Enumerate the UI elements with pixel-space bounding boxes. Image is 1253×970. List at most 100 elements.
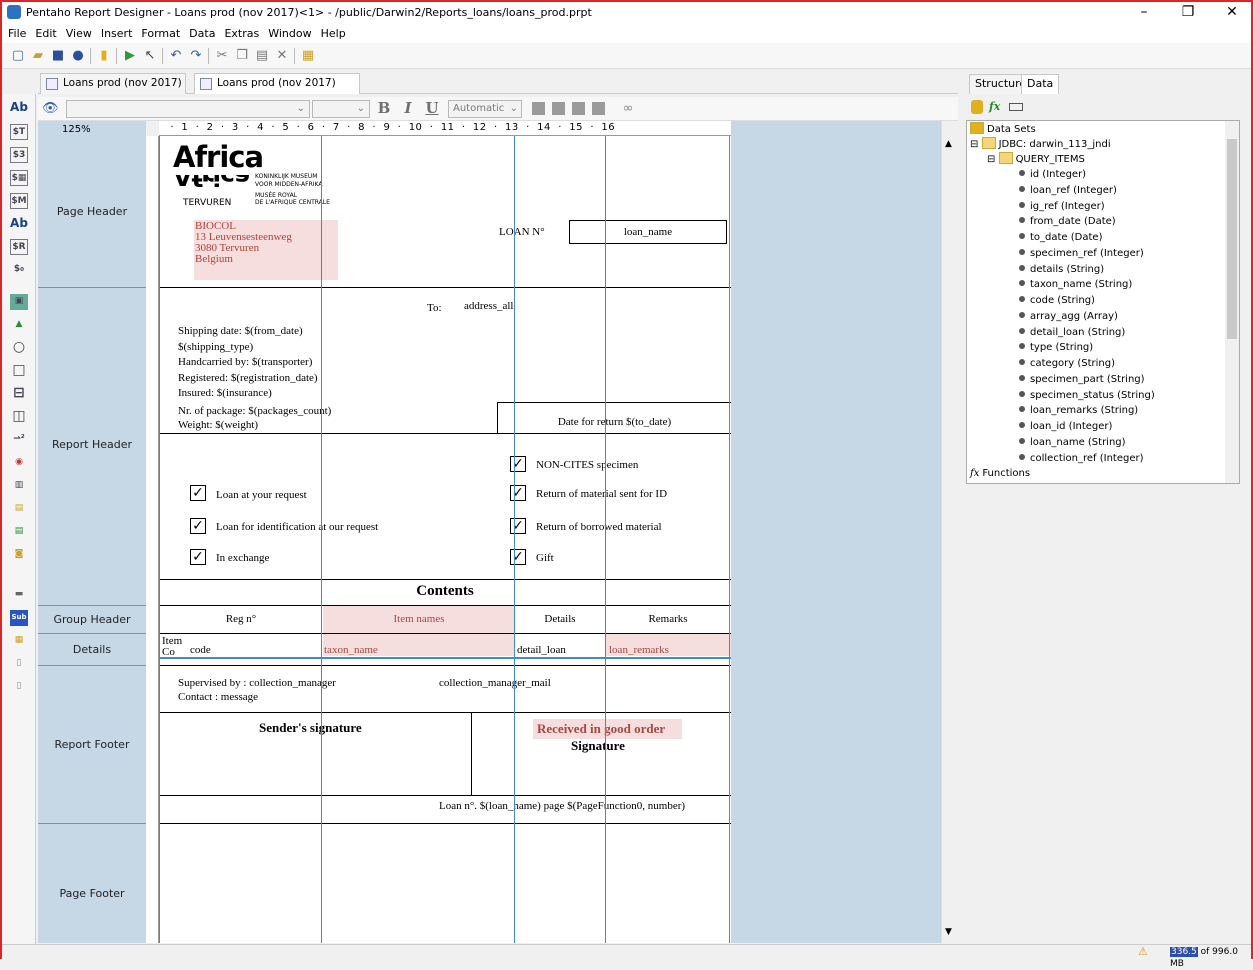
align-left-icon[interactable] [532,102,545,115]
checkbox-loan-identification[interactable]: ✓ [190,518,206,534]
tab-loans-prod[interactable]: Loans prod (nov 2017)X [40,73,186,112]
align-right-icon[interactable] [572,102,585,115]
band-tool-icon[interactable]: ▬ [10,587,28,603]
new-icon[interactable]: ▢ [10,48,26,64]
checkbox-return-borrowed[interactable]: ✓ [510,518,526,534]
menu-help[interactable]: Help [315,24,349,40]
return-date-box[interactable]: Date for return $(to_date) [497,402,731,434]
field-item[interactable]: specimen_ref (Integer) [1019,247,1144,261]
tab-data[interactable]: Data [1021,74,1060,94]
tree-scroll-thumb[interactable] [1227,139,1237,339]
memory-indicator[interactable]: 336.5 of 996.0 MB [1170,946,1251,969]
field-item[interactable]: collection_ref (Integer) [1019,452,1144,466]
field-item[interactable]: ig_ref (Integer) [1019,200,1105,214]
sparkline-tool-icon[interactable]: ▤ [10,501,28,517]
cut-icon[interactable]: ✂ [214,48,230,64]
bold-button[interactable]: B [376,99,392,117]
checkbox-loan-request[interactable]: ✓ [190,485,206,501]
detail-loan-field[interactable]: detail_loan [517,644,566,656]
signature-label[interactable]: Signature [571,738,625,754]
paste-icon[interactable]: ▤ [254,48,270,64]
checkbox-non-cites[interactable]: ✓ [510,456,526,472]
band-page-footer[interactable]: Page Footer [38,824,146,943]
band-page-header[interactable]: Page Header [38,136,146,288]
eye-icon[interactable]: 👁 [42,101,59,117]
supervised-field[interactable]: Supervised by : collection_manager [178,677,336,689]
table-of-contents-tool-icon[interactable]: ▤ [10,524,28,540]
number-field-tool-icon[interactable]: $3 [10,147,28,163]
field-item[interactable]: loan_id (Integer) [1019,420,1112,434]
code-field[interactable]: code [190,644,211,656]
shipping-date-field[interactable]: Shipping date: $(from_date) [178,325,303,337]
footer-loan-page[interactable]: Loan n°. $(loan_name) page $(PageFunctio… [439,800,685,812]
menu-window[interactable]: Window [262,24,314,40]
run-icon[interactable]: ▶ [122,48,138,64]
align-center-icon[interactable] [552,102,565,115]
col-item-names-box[interactable]: Item names [323,606,515,633]
weight-field[interactable]: Weight: $(weight) [178,419,258,431]
field-item[interactable]: loan_ref (Integer) [1019,184,1117,198]
warning-icon[interactable]: ⚠ [1138,945,1148,958]
to-label[interactable]: To: [427,302,442,314]
col-details[interactable]: Details [515,613,605,625]
menu-edit[interactable]: Edit [29,24,59,40]
field-item[interactable]: type (String) [1019,341,1093,355]
menu-file[interactable]: File [2,24,29,40]
tree-data-sets[interactable]: Data Sets [970,122,1036,137]
address-box[interactable]: BIOCOL 13 Leuvensesteenweg 3080 Tervuren… [194,220,338,280]
underline-button[interactable]: U [424,99,440,117]
field-item[interactable]: category (String) [1019,357,1115,371]
resource-message-tool-icon[interactable]: $₀ [10,262,28,278]
subreport-tool-icon[interactable]: Sub [10,610,28,626]
received-box[interactable]: Received in good order [533,719,682,739]
publish-icon[interactable]: ▦ [300,48,316,64]
font-family-combo[interactable]: ⌄ [66,100,310,118]
add-datasource-icon[interactable] [971,100,983,114]
loan-remarks-box[interactable]: loan_remarks [606,634,731,656]
survey-scale-tool-icon[interactable]: ⇀² [10,432,28,448]
open-icon[interactable]: ▰ [30,48,46,64]
minimize-button[interactable]: – [1121,2,1167,24]
scroll-up-icon[interactable]: ▲ [945,139,952,149]
field-item[interactable]: from_date (Date) [1019,215,1116,229]
field-item[interactable]: detail_loan (String) [1019,326,1125,340]
text-field-tool-icon[interactable]: $T [10,124,28,140]
italic-button[interactable]: I [400,99,416,117]
shipping-type-field[interactable]: $(shipping_type) [178,341,253,353]
scroll-down-icon[interactable]: ▼ [945,927,952,937]
field-item[interactable]: to_date (Date) [1019,231,1102,245]
manager-mail-field[interactable]: collection_manager_mail [439,677,551,689]
field-item[interactable]: details (String) [1019,263,1104,277]
add-function-icon[interactable]: fx [989,100,1000,113]
registered-field[interactable]: Registered: $(registration_date) [178,372,318,384]
save-icon[interactable]: ■ [50,48,66,64]
loan-number-label[interactable]: LOAN N° [499,226,545,238]
page-tool-icon[interactable]: ▯ [10,656,28,672]
image-tool-icon[interactable]: ▲ [10,317,28,333]
packages-field[interactable]: Nr. of package: $(packages_count) [178,405,331,417]
band-group-header[interactable]: Group Header [38,606,146,634]
label-tool-icon[interactable]: Ab [10,100,28,116]
contents-title[interactable]: Contents [159,583,731,600]
crosstab-tool-icon[interactable]: ▦ [10,633,28,649]
taxon-name-box[interactable]: taxon_name [323,634,515,656]
page-tool-2-icon[interactable]: ▯ [10,679,28,695]
band-details[interactable]: Details [38,634,146,666]
barcode-tool-icon[interactable]: ▥ [10,478,28,494]
field-item[interactable]: array_agg (Array) [1019,310,1118,324]
delete-icon[interactable]: ✕ [274,48,290,64]
restore-button[interactable]: ❐ [1165,2,1211,24]
tree-vscroll[interactable] [1225,121,1239,483]
menu-format[interactable]: Format [135,24,183,40]
field-item[interactable]: id (Integer) [1019,168,1086,182]
field-item[interactable]: loan_remarks (String) [1019,404,1138,418]
insured-field[interactable]: Insured: $(insurance) [178,387,272,399]
canvas-scrollbar[interactable]: ▲ ▼ [941,121,957,943]
field-item[interactable]: loan_name (String) [1019,436,1126,450]
rectangle-tool-icon[interactable]: □ [10,363,28,379]
preview-icon[interactable]: ● [70,48,86,64]
checkbox-return-id[interactable]: ✓ [510,485,526,501]
image-field-tool-icon[interactable]: ▣ [10,294,28,310]
close-button[interactable]: ✕ [1209,2,1253,24]
color-combo[interactable]: Automatic ⌄ [448,100,522,118]
